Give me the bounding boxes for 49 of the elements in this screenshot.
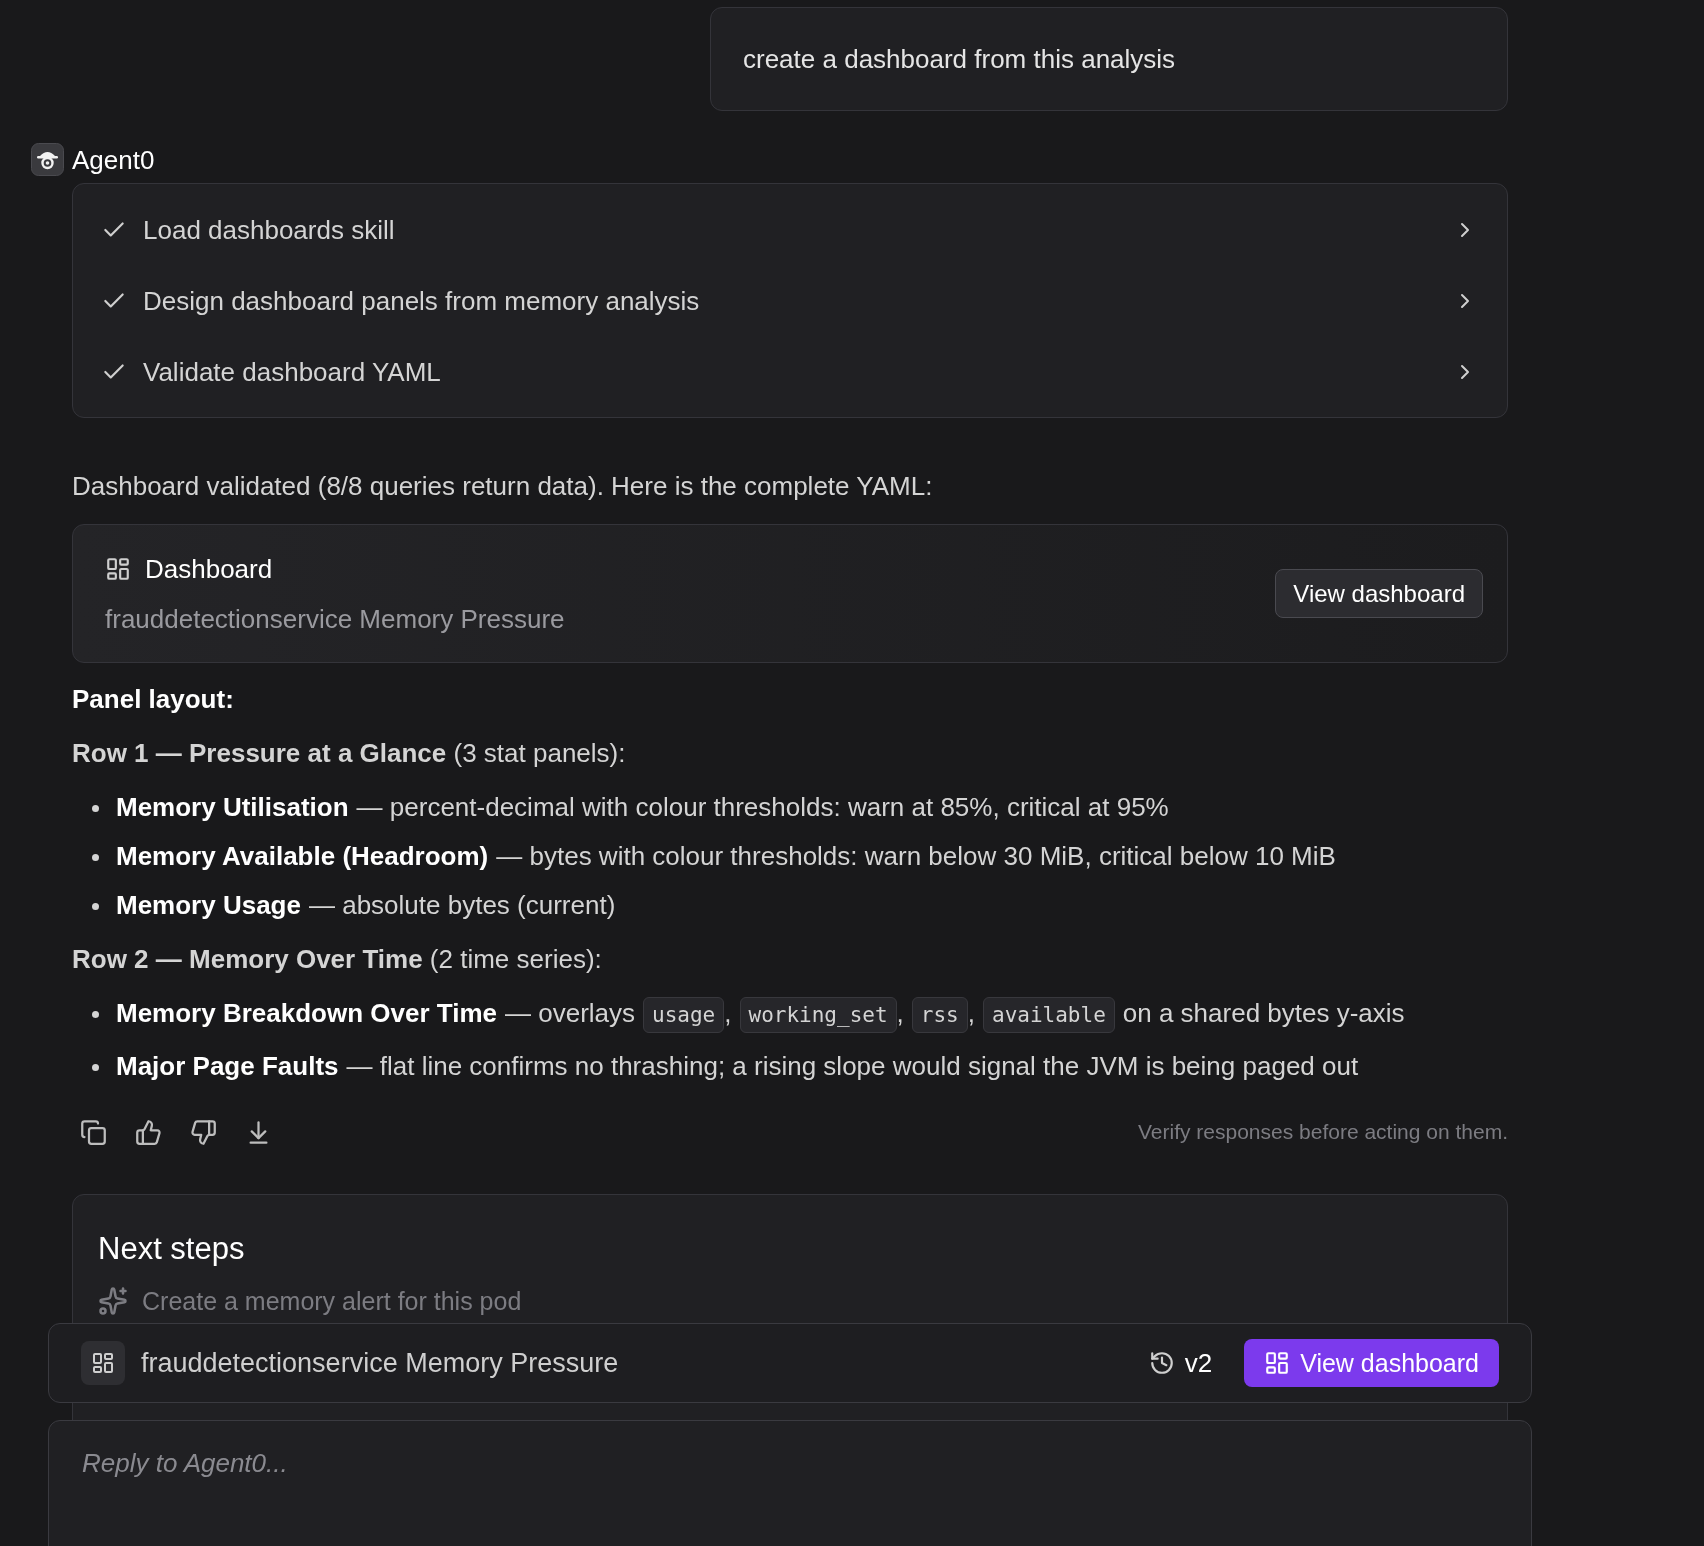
step-label: Design dashboard panels from memory analysis xyxy=(143,284,701,317)
view-dashboard-button[interactable]: View dashboard xyxy=(1275,569,1483,618)
bullet-title: Major Page Faults xyxy=(116,1050,339,1082)
agent-name: Agent0 xyxy=(72,143,155,176)
bullet-title: Memory Available (Headroom) xyxy=(116,840,489,872)
step-label: Load dashboards skill xyxy=(143,213,396,246)
thumbs-down-icon[interactable] xyxy=(190,1118,217,1146)
step-row[interactable]: Load dashboards skill xyxy=(103,194,1477,265)
reply-field[interactable]: Reply to Agent0... xyxy=(48,1420,1532,1546)
dashboard-icon xyxy=(81,1341,125,1385)
bullet-text: — bytes with colour thresholds: warn below 30 MiB, critical below 10 MiB xyxy=(496,840,1336,872)
sparkles-icon xyxy=(98,1286,128,1316)
inline-code: usage xyxy=(643,997,725,1033)
next-step-item[interactable]: Create a memory alert for this pod xyxy=(98,1285,1482,1317)
user-message: create a dashboard from this analysis xyxy=(710,7,1508,111)
row-heading: Row 2 — Memory Over Time (2 time series): xyxy=(72,943,603,975)
bullet-text: — percent-decimal with colour thresholds: warn at 85%, critical at 95% xyxy=(356,791,1169,823)
bullet-text: — flat line confirms no thrashing; a rising slope would signal the JVM is being paged out xyxy=(346,1050,1359,1082)
bullet-title: Memory Utilisation xyxy=(116,791,349,823)
dashboard-icon xyxy=(1264,1350,1291,1376)
dashboard-icon xyxy=(105,555,131,582)
copy-icon[interactable] xyxy=(80,1118,107,1146)
bullet-text: on a shared bytes y-axis xyxy=(1122,997,1405,1029)
next-steps-title: Next steps xyxy=(98,1233,246,1265)
thumbs-up-icon[interactable] xyxy=(135,1118,162,1146)
bullet-title: Memory Breakdown Over Time xyxy=(116,997,497,1029)
step-row[interactable]: Design dashboard panels from memory analysis xyxy=(103,265,1477,336)
dashboard-bar-title: frauddetectionservice Memory Pressure xyxy=(141,1347,620,1379)
inline-code: available xyxy=(983,997,1115,1033)
dashboard-title: Dashboard xyxy=(145,552,273,585)
disclaimer-text: Verify responses before acting on them. xyxy=(1137,1119,1508,1145)
version-label: v2 xyxy=(1184,1347,1213,1379)
dashboard-subtitle: frauddetectionservice Memory Pressure xyxy=(105,602,565,635)
bullet-text: , xyxy=(967,997,975,1029)
bullet-title: Memory Usage xyxy=(116,889,301,921)
bullet-text: — absolute bytes (current) xyxy=(308,889,616,921)
agent-avatar-icon xyxy=(31,143,64,176)
panel-layout-heading: Panel layout: xyxy=(72,683,235,715)
row-heading: Row 1 — Pressure at a Glance (3 stat panels): xyxy=(72,737,627,769)
bullet-text: , xyxy=(896,997,904,1029)
bullet-text: , xyxy=(724,997,732,1029)
inline-code: working_set xyxy=(739,997,897,1033)
inline-code: rss xyxy=(911,997,968,1033)
view-dashboard-button[interactable]: View dashboard xyxy=(1244,1339,1499,1387)
step-row[interactable]: Validate dashboard YAML xyxy=(103,336,1477,407)
history-icon[interactable] xyxy=(1148,1350,1175,1376)
bullet-text: — overlays xyxy=(505,997,636,1029)
intro-text: Dashboard validated (8/8 queries return data). Here is the complete YAML: xyxy=(72,470,934,502)
step-label: Validate dashboard YAML xyxy=(143,355,442,388)
